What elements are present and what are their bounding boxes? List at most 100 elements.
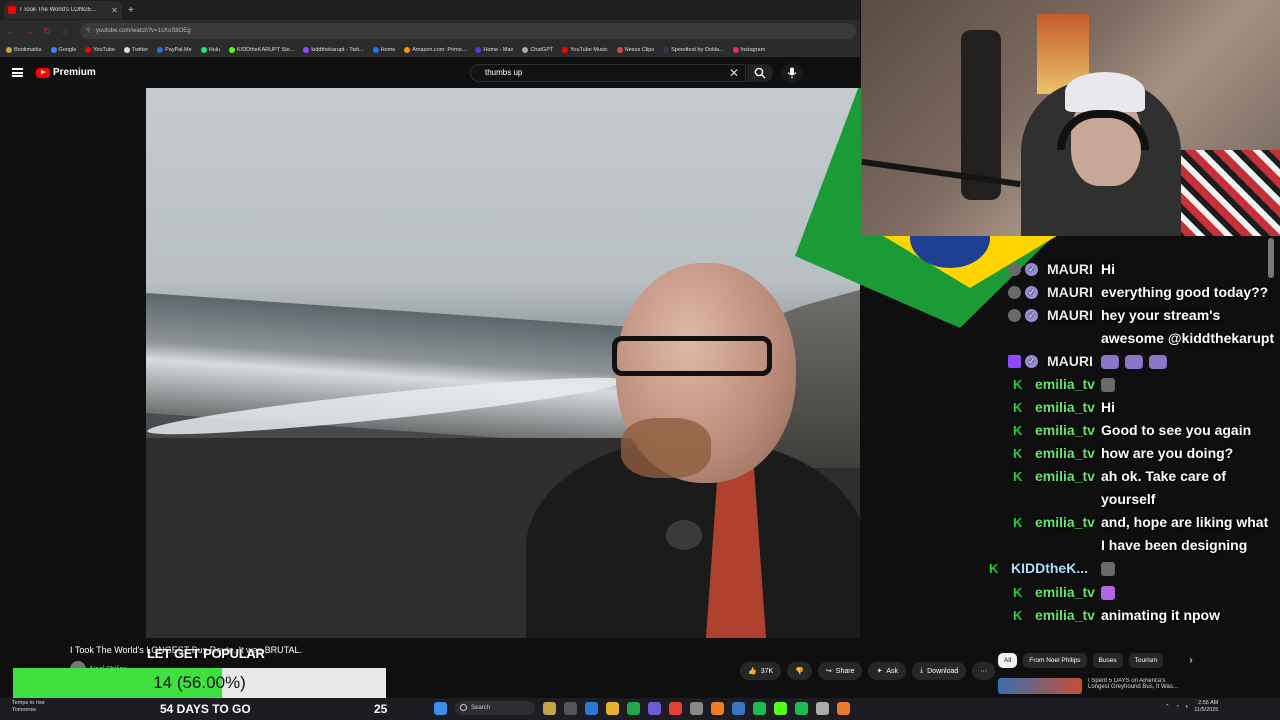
verified-badge-icon xyxy=(1025,304,1038,327)
chat-username[interactable]: emilia_tv xyxy=(1035,373,1095,396)
goal-progress-text: 14 (56.00%) xyxy=(153,673,246,692)
verified-badge-icon xyxy=(1025,258,1038,281)
network-icon[interactable]: ◔ xyxy=(1176,704,1179,710)
bookmark-item[interactable]: PayPal.Me xyxy=(157,46,192,53)
chat-username[interactable]: emilia_tv xyxy=(1035,581,1095,604)
like-button[interactable]: 👍 37K xyxy=(740,662,782,680)
subscriber-badge-icon xyxy=(1008,309,1021,322)
recommended-video[interactable]: I Spent 5 DAYS on America's Longest Grey… xyxy=(998,678,1198,694)
bookmark-item[interactable]: Nexus Clips xyxy=(616,46,654,53)
dislike-button[interactable]: 👎 xyxy=(787,662,812,680)
weather-widget[interactable]: Temps to rise Tomorrow xyxy=(12,700,45,714)
hamburger-menu-icon[interactable] xyxy=(12,68,23,77)
url-field[interactable]: ⚲ youtube.com/watch?v=1sXoS8OEg xyxy=(80,23,856,39)
kick-badge-icon: K xyxy=(1013,469,1023,484)
bookmark-item[interactable]: YouTube Music xyxy=(562,46,608,53)
spotify-icon-2[interactable] xyxy=(795,701,808,715)
bookmark-item[interactable]: Instagram xyxy=(732,46,765,53)
chrome-icon[interactable] xyxy=(669,701,682,715)
spotify-icon[interactable] xyxy=(753,701,766,715)
download-button[interactable]: ⤓ Download xyxy=(912,662,967,680)
taskbar-search[interactable]: Search xyxy=(455,701,535,715)
bookmark-item[interactable]: ChatGPT xyxy=(522,46,553,53)
vlc-icon[interactable] xyxy=(711,701,724,715)
volume-icon[interactable]: ◖ xyxy=(1185,704,1188,710)
bookmark-item[interactable]: Google xyxy=(50,46,76,53)
browser-tab[interactable]: I Took The World's LONGE... ✕ xyxy=(4,1,122,19)
youtube-logo[interactable]: Premium xyxy=(36,67,96,78)
forward-icon[interactable]: → xyxy=(24,26,34,36)
obs-icon[interactable] xyxy=(816,701,829,715)
chat-username[interactable]: emilia_tv xyxy=(1035,419,1095,442)
emote-icon xyxy=(1101,586,1115,601)
chat-username[interactable]: MAURI xyxy=(1047,258,1093,281)
chat-username[interactable]: MAURI xyxy=(1047,350,1093,373)
clear-search-icon[interactable]: ✕ xyxy=(729,66,739,80)
screen: I Took The World's LONGE... ✕ + ← → ↻ ⌂ … xyxy=(0,0,1280,720)
task-view-icon[interactable] xyxy=(564,701,577,715)
voice-search-button[interactable] xyxy=(781,63,803,83)
windows-start-icon[interactable] xyxy=(434,701,447,715)
reload-icon[interactable]: ↻ xyxy=(42,26,52,37)
chat-username[interactable]: emilia_tv xyxy=(1035,511,1095,534)
chevron-right-icon[interactable]: › xyxy=(1189,655,1192,666)
bookmark-item[interactable]: Bookmarks xyxy=(6,46,42,53)
bookmark-item[interactable]: Home - Max xyxy=(475,46,513,53)
bookmark-item[interactable]: kiddthekarupt - Twit... xyxy=(303,46,364,53)
bookmark-item[interactable]: Hulu xyxy=(200,46,220,53)
bookmark-item[interactable]: Amazon.com: Prime... xyxy=(404,46,466,53)
share-button[interactable]: ↪ Share xyxy=(817,662,863,680)
search-button[interactable] xyxy=(747,64,773,82)
bookmark-item[interactable]: KIDDtheKARUPT Ste... xyxy=(229,46,294,53)
video-player[interactable] xyxy=(146,88,860,638)
recommended-title[interactable]: I Spent 5 DAYS on America's Longest Grey… xyxy=(1088,678,1188,694)
chat-text: Hi xyxy=(1101,261,1115,277)
chat-username[interactable]: emilia_tv xyxy=(1035,465,1095,488)
kick-badge-icon: K xyxy=(1013,377,1023,392)
clock-date: 11/5/2025 xyxy=(1194,707,1219,713)
chip-tourism[interactable]: Tourism xyxy=(1128,653,1164,668)
weather-line1: Temps to rise xyxy=(12,700,45,706)
search-input[interactable]: thumbs up xyxy=(470,64,746,82)
streamlabs-icon[interactable] xyxy=(837,701,850,715)
subscriber-badge-icon xyxy=(1008,263,1021,276)
back-icon[interactable]: ← xyxy=(6,26,16,36)
more-actions-button[interactable]: ⋯ xyxy=(972,662,996,680)
chip-from-channel[interactable]: From Noel Philips xyxy=(1023,653,1087,668)
notepad-icon[interactable] xyxy=(732,701,745,715)
chat-text: hey your stream's awesome @kiddthekarupt xyxy=(1101,307,1275,346)
discord-icon[interactable] xyxy=(648,701,661,715)
bookmark-item[interactable]: Twitter xyxy=(123,46,148,53)
recommended-thumbnail[interactable] xyxy=(998,678,1082,694)
kick-app-icon[interactable] xyxy=(774,701,787,715)
home-icon[interactable]: ⌂ xyxy=(60,26,70,36)
chat-username[interactable]: emilia_tv xyxy=(1035,396,1095,419)
settings-icon[interactable] xyxy=(690,701,703,715)
chip-all[interactable]: All xyxy=(998,653,1018,668)
xbox-icon[interactable] xyxy=(627,701,640,715)
chat-username[interactable]: KIDDtheK... xyxy=(1011,557,1088,580)
chat-username[interactable]: MAURI xyxy=(1047,304,1093,327)
chat-username[interactable]: MAURI xyxy=(1047,281,1093,304)
new-tab-icon[interactable]: + xyxy=(128,5,134,16)
chat-scrollbar[interactable] xyxy=(1268,238,1274,278)
file-explorer-icon[interactable] xyxy=(606,701,619,715)
clock[interactable]: 2:55 AM 11/5/2025 xyxy=(1194,700,1218,714)
chat-text: and, hope are liking what I have been de… xyxy=(1101,514,1269,553)
kick-badge-icon: K xyxy=(1013,515,1023,530)
widgets-icon[interactable] xyxy=(543,701,556,715)
chip-buses[interactable]: Buses xyxy=(1092,653,1123,668)
chat-username[interactable]: emilia_tv xyxy=(1035,442,1095,465)
bookmark-item[interactable]: YouTube xyxy=(85,46,115,53)
clock-time: 2:55 AM xyxy=(1198,700,1219,706)
bookmark-item[interactable]: Speedtest by Ookla... xyxy=(663,46,724,53)
ask-button[interactable]: ✦ Ask xyxy=(868,662,907,680)
emote-icon xyxy=(1149,355,1167,370)
bookmark-item[interactable]: Home xyxy=(372,46,395,53)
steam-icon[interactable] xyxy=(585,701,598,715)
instagram-icon xyxy=(732,46,739,53)
chevron-up-icon[interactable]: ⌃ xyxy=(1165,704,1170,710)
close-tab-icon[interactable]: ✕ xyxy=(111,6,118,15)
chat-username[interactable]: emilia_tv xyxy=(1035,604,1095,627)
amazon-icon xyxy=(404,46,411,53)
